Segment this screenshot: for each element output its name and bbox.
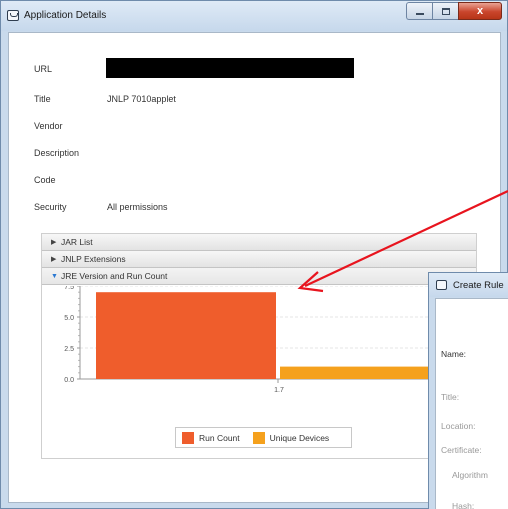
window-controls: x [406,2,502,20]
legend-swatch-unique-devices [252,431,265,444]
details-accordion: ▶ JAR List ▶ JNLP Extensions ▼ JRE Versi… [41,233,477,459]
create-rule-form: Name: Title: Location: Certificate: Algo… [435,298,508,509]
security-label: Security [34,202,67,212]
title-bar[interactable]: Application Details x [1,1,507,31]
minimize-icon [415,13,424,15]
url-label: URL [34,64,53,74]
code-label: Code [34,175,56,185]
description-label: Description [34,148,80,158]
pane-jnlp-extensions-label: JNLP Extensions [61,254,126,264]
vendor-label: Vendor [34,121,63,131]
legend-label-run-count: Run Count [199,432,240,443]
name-label: Name: [441,349,467,359]
y-tick-label: 5.0 [64,315,74,322]
maximize-button[interactable] [432,2,458,20]
triangle-right-icon: ▶ [51,239,57,246]
title-label: Title [34,94,51,104]
triangle-right-icon: ▶ [51,256,57,263]
url-value-redacted [106,58,354,78]
hash-label: Hash: [452,501,475,509]
title-field-label: Title: [441,392,460,402]
algorithm-label: Algorithm [452,470,488,480]
close-button[interactable]: x [458,2,502,20]
security-value: All permissions [107,202,168,212]
window-app-icon [7,10,19,21]
jre-run-count-chart: 0.0 2.5 5.0 7.5 1.7 [64,286,476,394]
bar-run-count [96,292,276,379]
triangle-down-icon: ▼ [51,272,58,280]
minimize-button[interactable] [406,2,432,20]
legend-swatch-run-count [182,431,194,444]
pane-jnlp-extensions[interactable]: ▶ JNLP Extensions [42,251,476,268]
create-rule-title-bar[interactable]: Create Rule [429,273,508,297]
legend-label-unique-devices: Unique Devices [269,432,330,443]
location-label: Location: [441,421,476,431]
title-value: JNLP 7010applet [107,94,176,104]
x-tick-label: 1.7 [274,387,284,394]
pane-jre-version-label: JRE Version and Run Count [61,271,168,281]
create-rule-dialog: Create Rule Name: Title: Location: Certi… [428,272,508,509]
pane-jar-list[interactable]: ▶ JAR List [42,234,476,251]
dialog-app-icon [436,280,447,290]
close-icon: x [476,5,484,17]
pane-jre-version[interactable]: ▼ JRE Version and Run Count [42,268,476,285]
window-title: Application Details [24,10,107,21]
chart-legend: Run Count Unique Devices [175,427,352,448]
maximize-icon [441,7,450,15]
create-rule-title: Create Rule [453,280,504,291]
y-tick-label: 2.5 [64,346,74,353]
certificate-label: Certificate: [441,445,482,455]
y-tick-label: 7.5 [64,286,74,291]
y-tick-label: 0.0 [64,377,74,384]
pane-jar-list-label: JAR List [61,237,93,247]
